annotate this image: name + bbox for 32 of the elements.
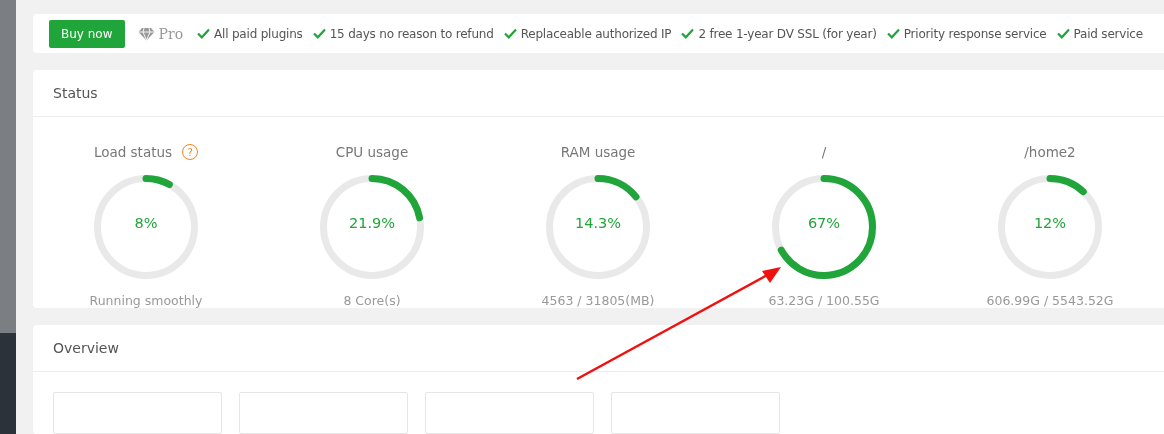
check-icon (503, 28, 517, 39)
gauge-value: 21.9% (347, 215, 397, 231)
gauge-title: RAM usage (560, 144, 636, 160)
gauge-caption: 8 Core(s) (343, 293, 401, 308)
gauge-value: 67% (806, 215, 842, 231)
gauge-caption: 4563 / 31805(MB) (541, 293, 655, 308)
gauge-value: 12% (1032, 215, 1068, 231)
gauge-caption: 606.99G / 5543.52G (986, 293, 1114, 308)
gauge-title: / (821, 144, 827, 160)
diamond-icon (137, 26, 155, 41)
edition-label: Pro (158, 25, 184, 42)
gauge-title: /home2 (1024, 144, 1076, 160)
gauge-title: CPU usage (335, 144, 409, 160)
panel-title: Overview (53, 340, 119, 356)
panel-title: Status (53, 85, 98, 101)
gauge-value: 14.3% (573, 215, 623, 231)
check-icon (197, 28, 211, 39)
check-icon (886, 28, 900, 39)
feature-label: Paid service (1073, 26, 1143, 41)
check-icon (1056, 28, 1070, 39)
check-icon (681, 28, 695, 39)
feature-label: Priority response service (903, 26, 1047, 41)
gauge-caption: 63.23G / 100.55G (768, 293, 880, 308)
feature-label: 15 days no reason to refund (329, 26, 494, 41)
check-icon (312, 28, 326, 39)
buy-now-button[interactable]: Buy now (49, 19, 125, 48)
feature-label: 2 free 1-year DV SSL (for year) (698, 26, 877, 41)
gauge-caption: Running smoothly (89, 293, 203, 308)
feature-label: Replaceable authorized IP (520, 26, 672, 41)
gauge-title: Load status (93, 144, 173, 160)
gauge-value: 8% (133, 215, 159, 231)
feature-label: All paid plugins (214, 26, 303, 41)
